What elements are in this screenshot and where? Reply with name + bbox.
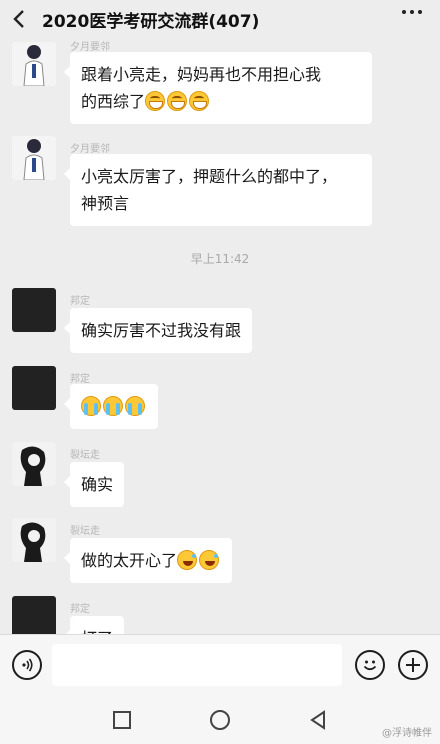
chat-title: 2020医学考研交流群(407) <box>42 11 260 32</box>
message-bubble[interactable] <box>64 384 158 429</box>
message-bubble[interactable]: 跟着小亮走，妈妈再也不用担心我 的西综了 <box>64 52 372 124</box>
recent-apps-button[interactable] <box>113 711 131 729</box>
emoji-button[interactable] <box>355 650 385 680</box>
sender-name: 裂坛走 <box>70 450 100 461</box>
more-functions-button[interactable] <box>398 650 428 680</box>
message-bubble[interactable]: 确实厉害不过我没有跟 <box>63 308 253 353</box>
grin-emoji-icon <box>167 91 188 111</box>
plus-icon <box>406 658 420 672</box>
message-text: 跟着小亮走，妈妈再也不用担心我 <box>81 65 322 84</box>
sketch-avatar[interactable] <box>12 442 56 486</box>
sender-name: 夕月要邻 <box>70 42 110 53</box>
voice-input-button[interactable] <box>12 650 42 680</box>
message-bubble[interactable]: 确实 <box>63 462 125 507</box>
message-text: 确实厉害不过我没有跟 <box>81 321 242 340</box>
input-bar <box>0 634 440 696</box>
message-timestamp: 早上11:42 <box>190 252 250 266</box>
message-input[interactable] <box>52 644 342 686</box>
message-bubble[interactable]: 做的太开心了 <box>63 538 233 583</box>
more-options-icon[interactable] <box>402 10 422 14</box>
smile-icon <box>363 660 377 671</box>
message-bubble[interactable]: 小亮太厉害了，押题什么的都中了， 神预言 <box>64 154 372 226</box>
sender-name: 邦定 <box>70 296 90 307</box>
message-text: 神预言 <box>81 194 130 213</box>
sketch-avatar[interactable] <box>12 518 56 562</box>
grin-emoji-icon <box>189 91 210 111</box>
home-button[interactable] <box>210 710 230 730</box>
sender-name: 邦定 <box>70 374 90 385</box>
back-button[interactable] <box>0 0 38 38</box>
back-triangle-icon[interactable] <box>308 710 328 730</box>
crying-emoji-icon <box>103 396 123 416</box>
chat-area[interactable]: 夕月要邻 跟着小亮走，妈妈再也不用担心我 的西综了 夕月要邻 小亮太厉害了，押题… <box>0 38 440 634</box>
sender-name: 夕月要邻 <box>70 144 110 155</box>
voice-icon <box>22 658 33 672</box>
doctor-avatar[interactable] <box>12 136 56 180</box>
message-text: 确实 <box>81 475 114 494</box>
message-text: 做的太开心了 <box>81 551 178 570</box>
grin-emoji-icon <box>145 91 166 111</box>
dark-avatar[interactable] <box>12 596 56 634</box>
doctor-avatar[interactable] <box>12 42 56 86</box>
watermark: @浮诗帷伴 <box>382 728 432 739</box>
crying-emoji-icon <box>125 396 145 416</box>
system-navigation-bar: @浮诗帷伴 <box>0 696 440 744</box>
title-bar: 2020医学考研交流群(407) <box>0 0 440 38</box>
message-bubble[interactable]: 打了 <box>63 616 125 634</box>
laughing-emoji-icon <box>199 550 220 570</box>
sender-name: 裂坛走 <box>70 526 100 537</box>
crying-emoji-icon <box>81 396 101 416</box>
message-text: 小亮太厉害了，押题什么的都中了， <box>81 167 338 186</box>
sender-name: 邦定 <box>70 604 90 615</box>
chevron-left-icon <box>13 10 24 28</box>
dark-avatar[interactable] <box>12 288 56 332</box>
dark-avatar[interactable] <box>12 366 56 410</box>
laughing-emoji-icon <box>177 550 198 570</box>
message-text: 的西综了 <box>81 92 146 111</box>
